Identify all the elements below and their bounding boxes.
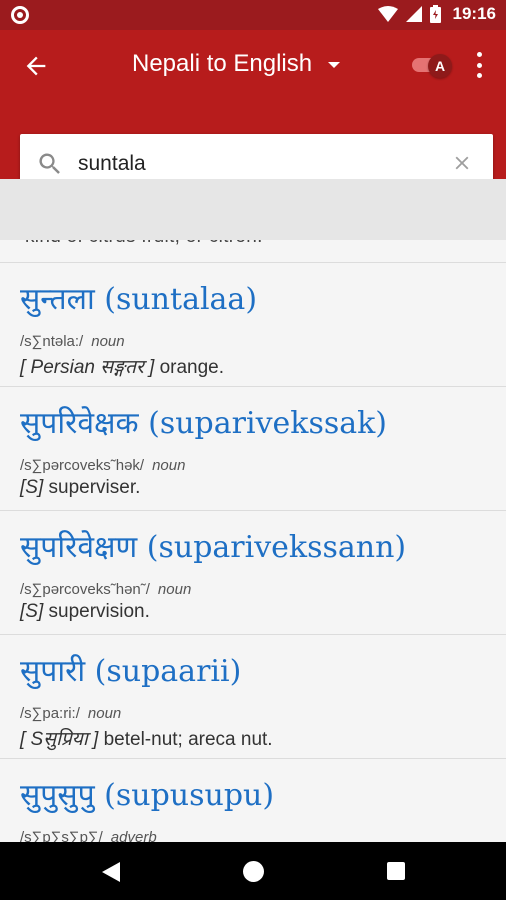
page-title: Nepali to English <box>132 50 313 77</box>
partial-definition: kind of citrus fruit, or citron. <box>25 240 263 248</box>
entry-headword: सुपुसुपु (supusupu) <box>20 778 275 813</box>
entry-pronunciation: /s∑ntəla:/noun <box>20 333 125 350</box>
entry-etymology: [S] <box>20 477 44 498</box>
entry-headword: सुपरिवेक्षण (suparivekssann) <box>20 530 407 565</box>
list-item[interactable]: सुपरिवेक्षक (suparivekssak) /s∑pərcoveks… <box>0 386 506 510</box>
nav-back-icon[interactable] <box>102 862 120 882</box>
nav-home-icon[interactable] <box>243 861 264 882</box>
entry-pronunciation: /s∑pərcoveks˜hək/noun <box>20 457 186 474</box>
nav-recents-icon[interactable] <box>387 862 405 880</box>
list-item[interactable]: सुपारी (supaarii) /s∑pa:ri:/noun [ Sसुप्… <box>0 634 506 758</box>
entry-etymology: [ Persian सङ्गतर ] <box>20 357 155 378</box>
signal-icon <box>405 6 422 22</box>
close-icon[interactable] <box>451 152 473 174</box>
entry-pos: noun <box>157 581 192 598</box>
entry-headword: सुपरिवेक्षक (suparivekssak) <box>20 406 388 441</box>
entry-definition: [ Sसुप्रिया ] betel-nut; areca nut. <box>20 729 273 750</box>
chevron-down-icon <box>328 62 341 68</box>
entry-definition: [S] superviser. <box>20 477 141 498</box>
results-list[interactable]: kind of citrus fruit, or citron. सुन्तला… <box>0 240 506 842</box>
entry-definition: [ Persian सङ्गतर ] orange. <box>20 357 225 378</box>
entry-pos: adverb <box>110 829 157 842</box>
status-time: 19:16 <box>452 4 496 23</box>
entry-pronunciation: /s∑pa:ri:/noun <box>20 705 122 722</box>
results-header-band <box>0 179 506 240</box>
entry-etymology: [ Sसुप्रिया ] <box>20 729 99 750</box>
list-item[interactable]: सुन्तला (suntalaa) /s∑ntəla:/noun [ Pers… <box>0 262 506 386</box>
search-icon <box>39 153 60 174</box>
toggle-knob: A <box>428 54 452 78</box>
entry-pronunciation: /s∑pərcoveks˜hən˜/noun <box>20 581 192 598</box>
entry-pos: noun <box>91 333 125 350</box>
language-selector[interactable]: Nepali to English <box>132 50 341 78</box>
entry-definition: [S] supervision. <box>20 601 150 622</box>
wifi-icon <box>377 6 398 22</box>
entry-pos: noun <box>87 705 122 722</box>
status-icons: 19:16 <box>377 4 496 24</box>
battery-icon <box>429 5 441 23</box>
record-icon <box>11 6 29 24</box>
entry-pos: noun <box>152 457 186 474</box>
entry-pronunciation: /s∑p∑s∑p∑/adverb <box>20 829 157 842</box>
list-item[interactable]: सुपरिवेक्षण (suparivekssann) /s∑pərcovek… <box>0 510 506 634</box>
transliteration-toggle[interactable]: A <box>412 54 454 78</box>
more-vert-icon[interactable] <box>474 52 484 78</box>
app-bar: Nepali to English A <box>0 30 506 194</box>
search-input[interactable] <box>78 144 438 184</box>
status-bar: 19:16 <box>0 0 506 30</box>
entry-headword: सुपारी (supaarii) <box>20 654 242 689</box>
navigation-bar <box>0 842 506 900</box>
entry-etymology: [S] <box>20 601 44 622</box>
arrow-left-icon[interactable] <box>22 52 50 80</box>
list-item[interactable]: सुपुसुपु (supusupu) /s∑p∑s∑p∑/adverb <box>0 758 506 842</box>
entry-headword: सुन्तला (suntalaa) <box>20 282 258 317</box>
